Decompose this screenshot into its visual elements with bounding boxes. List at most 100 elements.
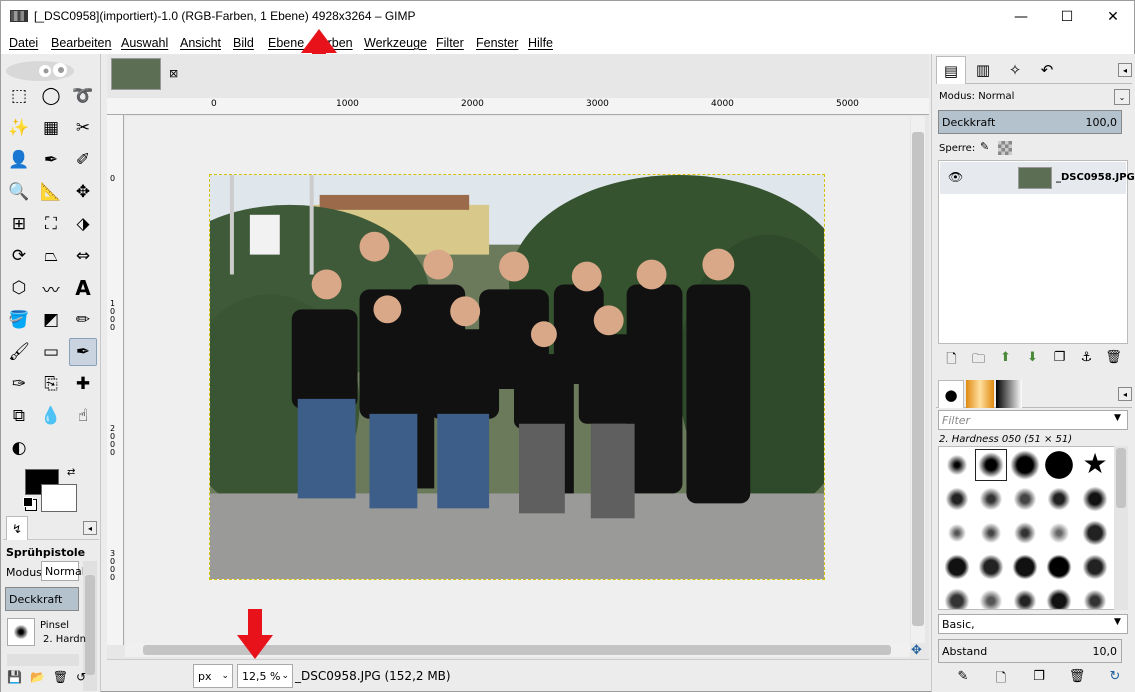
- brush-filter-input[interactable]: Filter: [938, 410, 1128, 430]
- edit-brush-icon[interactable]: ✎: [944, 669, 982, 689]
- minimize-button[interactable]: —: [998, 1, 1044, 32]
- unit-combo[interactable]: px ⌄: [193, 664, 233, 688]
- tool-options-tab[interactable]: ↯: [6, 516, 28, 540]
- brush-item[interactable]: [975, 585, 1007, 609]
- maximize-button[interactable]: ☐: [1044, 1, 1090, 32]
- color-picker-tool-icon[interactable]: ✐: [69, 146, 97, 174]
- brush-item[interactable]: [1009, 483, 1041, 515]
- brush-item[interactable]: [941, 449, 973, 481]
- warp-transform-tool-icon[interactable]: 〰: [37, 274, 65, 302]
- lock-alpha-icon[interactable]: [998, 141, 1012, 155]
- new-brush-icon[interactable]: 🗋: [982, 669, 1020, 689]
- brush-item[interactable]: [1079, 483, 1111, 515]
- brush-item[interactable]: [1009, 517, 1041, 549]
- layer-mode-dropdown[interactable]: ⌄: [1114, 89, 1130, 105]
- brush-grid[interactable]: ★: [938, 446, 1128, 610]
- close-image-tab-icon[interactable]: ⊠: [169, 67, 178, 80]
- layers-tab[interactable]: ▤: [936, 56, 966, 84]
- duplicate-layer-icon[interactable]: ❐: [1046, 350, 1073, 370]
- airbrush-tool-icon[interactable]: ✒: [69, 338, 97, 366]
- menu-bearbeiten[interactable]: Bearbeiten: [51, 36, 111, 50]
- brush-item[interactable]: [1043, 551, 1075, 583]
- menu-datei[interactable]: Datei: [9, 36, 38, 50]
- zoom-tool-icon[interactable]: 🔍: [5, 178, 33, 206]
- crop-tool-icon[interactable]: ⛶: [37, 210, 65, 238]
- patterns-tab[interactable]: [966, 380, 994, 408]
- brush-item[interactable]: [1043, 483, 1075, 515]
- align-tool-icon[interactable]: ⊞: [5, 210, 33, 238]
- brush-item[interactable]: [975, 517, 1007, 549]
- brush-item-star[interactable]: ★: [1079, 447, 1111, 480]
- mode-combo[interactable]: Normal: [41, 561, 85, 581]
- menu-ansicht[interactable]: Ansicht: [180, 36, 221, 50]
- raise-layer-icon[interactable]: ⬆: [992, 350, 1019, 370]
- brush-item[interactable]: [1079, 585, 1111, 609]
- brush-dock-menu-button[interactable]: ◂: [1118, 387, 1132, 401]
- cage-transform-tool-icon[interactable]: ⬡: [5, 274, 33, 302]
- menu-hilfe[interactable]: Hilfe: [528, 36, 553, 50]
- free-select-tool-icon[interactable]: ➰: [69, 82, 97, 110]
- bucket-fill-tool-icon[interactable]: 🪣: [5, 306, 33, 334]
- ellipse-select-tool-icon[interactable]: ◯: [37, 82, 65, 110]
- rotate-tool-icon[interactable]: ⟳: [5, 242, 33, 270]
- save-options-icon[interactable]: 💾: [7, 670, 22, 690]
- brush-item[interactable]: [941, 517, 973, 549]
- text-tool-icon[interactable]: A: [69, 274, 97, 302]
- measure-tool-icon[interactable]: 📐: [37, 178, 65, 206]
- menu-werkzeuge[interactable]: Werkzeuge: [364, 36, 427, 50]
- pencil-tool-icon[interactable]: ✏: [69, 306, 97, 334]
- brush-item[interactable]: [1079, 517, 1111, 549]
- brush-item-selected[interactable]: [975, 449, 1007, 481]
- brush-item[interactable]: [941, 551, 973, 583]
- foreground-select-tool-icon[interactable]: 👤: [5, 146, 33, 174]
- background-color[interactable]: [41, 484, 77, 512]
- lower-layer-icon[interactable]: ⬇: [1019, 350, 1046, 370]
- filter-dropdown-icon[interactable]: ▼: [1114, 413, 1121, 423]
- heal-tool-icon[interactable]: ✚: [69, 370, 97, 398]
- gradient-tool-icon[interactable]: ◩: [37, 306, 65, 334]
- ink-tool-icon[interactable]: ✑: [5, 370, 33, 398]
- layer-row[interactable]: 👁 _DSC0958.JPG: [940, 162, 1135, 194]
- vertical-scrollbar[interactable]: [911, 116, 925, 643]
- visibility-eye-icon[interactable]: 👁: [948, 170, 963, 184]
- lock-paint-icon[interactable]: ✎: [980, 140, 989, 153]
- brush-item[interactable]: [1079, 551, 1111, 583]
- perspective-clone-tool-icon[interactable]: ⧉: [5, 402, 33, 430]
- reset-options-icon[interactable]: ↺: [76, 670, 86, 690]
- preset-dropdown-icon[interactable]: ▼: [1114, 617, 1121, 627]
- zoom-combo[interactable]: 12,5 % ⌄: [237, 664, 293, 688]
- duplicate-brush-icon[interactable]: ❐: [1020, 669, 1058, 689]
- perspective-tool-icon[interactable]: ⏢: [37, 242, 65, 270]
- paths-tab[interactable]: ✧: [1000, 56, 1030, 84]
- fuzzy-select-tool-icon[interactable]: ✨: [5, 114, 33, 142]
- image-thumbnail[interactable]: [111, 58, 161, 90]
- menu-filter[interactable]: Filter: [436, 36, 464, 50]
- channels-tab[interactable]: ▥: [968, 56, 998, 84]
- new-group-icon[interactable]: 🗀: [965, 350, 992, 370]
- panel-menu-button[interactable]: ◂: [83, 521, 97, 535]
- menu-fenster[interactable]: Fenster: [476, 36, 518, 50]
- delete-options-icon[interactable]: 🗑: [53, 670, 68, 690]
- rect-select-tool-icon[interactable]: ⬚: [5, 82, 33, 110]
- menu-auswahl[interactable]: Auswahl: [121, 36, 168, 50]
- brush-item[interactable]: [975, 551, 1007, 583]
- delete-brush-icon[interactable]: 🗑: [1058, 669, 1096, 689]
- brush-item[interactable]: [975, 483, 1007, 515]
- spacing-slider[interactable]: Abstand 10,0: [938, 639, 1122, 663]
- delete-layer-icon[interactable]: 🗑: [1100, 350, 1127, 370]
- dodge-burn-tool-icon[interactable]: ◐: [5, 434, 33, 462]
- swap-colors-icon[interactable]: ⇄: [67, 467, 75, 478]
- unified-transform-tool-icon[interactable]: ⬗: [69, 210, 97, 238]
- scissors-select-tool-icon[interactable]: ✂: [69, 114, 97, 142]
- gradients-tab[interactable]: [996, 380, 1022, 408]
- move-tool-icon[interactable]: ✥: [69, 178, 97, 206]
- options-hscroll[interactable]: [7, 654, 79, 666]
- navigate-icon[interactable]: ✥: [911, 643, 922, 658]
- canvas-view[interactable]: [125, 116, 910, 643]
- select-by-color-tool-icon[interactable]: ▦: [37, 114, 65, 142]
- close-button[interactable]: ✕: [1090, 1, 1135, 32]
- eraser-tool-icon[interactable]: ▭: [37, 338, 65, 366]
- anchor-layer-icon[interactable]: ⚓: [1073, 350, 1100, 370]
- vertical-scroll-thumb[interactable]: [912, 132, 924, 626]
- undo-history-tab[interactable]: ↶: [1032, 56, 1062, 84]
